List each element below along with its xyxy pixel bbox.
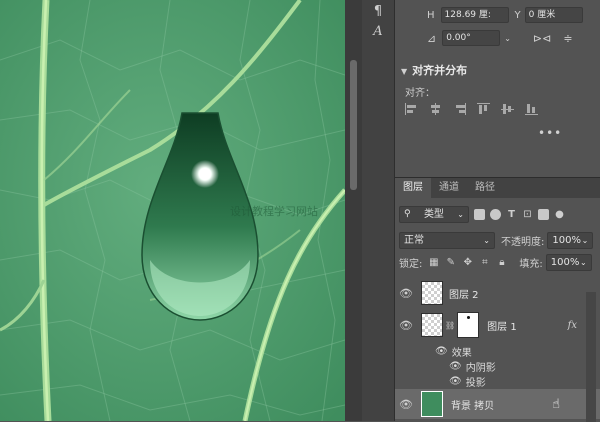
filter-toggle-icon[interactable]: ● — [554, 209, 565, 220]
chevron-down-icon: ⌄ — [581, 236, 589, 245]
fill-label: 填充: — [519, 259, 543, 270]
align-right-icon[interactable] — [453, 103, 467, 115]
pixel-filter-icon[interactable] — [474, 209, 485, 220]
angle-field[interactable]: 0.00° — [442, 30, 501, 46]
adjustment-filter-icon[interactable] — [490, 209, 501, 220]
collapse-triangle-icon[interactable]: ▼ — [401, 67, 407, 76]
panel-tool-strip: ¶ A — [362, 0, 395, 421]
blend-mode-value: 正常 — [404, 235, 424, 246]
filter-kind-value: 类型 — [423, 209, 444, 220]
align-left-icon[interactable] — [405, 103, 419, 115]
layer-row[interactable]: 👁︎ ⛓︎ 图层 1 fx — [395, 310, 585, 340]
layer-thumbnail — [421, 281, 443, 305]
y-label: Y — [514, 9, 521, 21]
more-options-icon[interactable]: ••• — [538, 126, 562, 140]
type-filter-icon[interactable]: T — [506, 209, 517, 220]
visibility-eye-icon[interactable]: 👁︎ — [449, 376, 462, 387]
lock-position-icon[interactable]: ✥ — [462, 257, 473, 268]
tab-layers[interactable]: 图层 — [395, 178, 431, 198]
flip-horizontal-icon[interactable]: ⊳⊲ — [533, 32, 551, 45]
lock-artboard-icon[interactable]: ⌗ — [479, 257, 490, 268]
shape-filter-icon[interactable]: ⊡ — [522, 209, 533, 220]
search-icon: ⚲ — [404, 209, 411, 219]
hand-cursor-icon: ☝︎ — [552, 396, 560, 412]
layer-name[interactable]: 图层 2 — [449, 286, 479, 301]
section-title: 对齐并分布 — [412, 64, 468, 77]
opacity-label: 不透明度: — [501, 237, 545, 248]
align-distribute-section[interactable]: ▼ 对齐并分布 — [401, 62, 467, 78]
lock-image-icon[interactable]: ✎ — [445, 257, 456, 268]
chevron-down-icon: ⌄ — [580, 258, 587, 267]
document-canvas[interactable]: 设计教程学习网站 — [0, 0, 345, 421]
effects-label: 效果 — [451, 348, 472, 359]
effect-inner-shadow-row[interactable]: 👁︎ 内阴影 — [449, 359, 496, 374]
chevron-down-icon: ⌄ — [483, 236, 490, 245]
align-label: 对齐： — [405, 88, 435, 99]
opacity-field[interactable]: 100% ⌄ — [547, 232, 594, 249]
fill-value: 100% — [550, 257, 580, 268]
blend-row: 正常 ⌄ 不透明度: 100% ⌄ — [399, 232, 594, 249]
angle-icon: ⊿ — [427, 31, 437, 45]
opacity-value: 100% — [552, 235, 581, 246]
layer-thumbnail — [421, 391, 443, 417]
height-field[interactable]: 128.69 厘: — [440, 7, 509, 23]
layer-name[interactable]: 图层 1 — [487, 318, 517, 333]
scrollbar-thumb[interactable] — [350, 60, 357, 190]
y-field[interactable]: 0 厘米 — [524, 7, 583, 23]
fill-field[interactable]: 100% ⌄ — [545, 254, 592, 271]
layers-tabs: 图层 通道 路径 — [395, 178, 600, 198]
chevron-down-icon: ⌄ — [457, 210, 464, 219]
layer-row[interactable]: 👁︎ 图层 2 — [395, 279, 585, 307]
layers-scrollbar[interactable] — [586, 292, 596, 422]
chevron-down-icon[interactable]: ⌄ — [504, 34, 511, 43]
flip-vertical-icon[interactable]: ≑ — [563, 32, 572, 45]
effect-drop-shadow-row[interactable]: 👁︎ 投影 — [449, 374, 486, 389]
fx-icon[interactable]: fx — [568, 320, 577, 331]
layer-row-selected[interactable]: 👁︎ 背景 拷贝 ☝︎ — [395, 389, 600, 419]
visibility-eye-icon[interactable]: 👁︎ — [399, 287, 413, 300]
visibility-eye-icon[interactable]: 👁︎ — [399, 319, 413, 332]
tab-channels[interactable]: 通道 — [431, 178, 467, 198]
align-bottom-icon[interactable] — [525, 103, 539, 115]
h-label: H — [427, 9, 435, 21]
effects-row[interactable]: 👁︎ 效果 — [435, 344, 472, 359]
watermark-text: 设计教程学习网站 — [230, 204, 318, 218]
layers-panel: 图层 通道 路径 ⚲ 类型 ⌄ T ⊡ ● 正常 ⌄ 不透明度: 100% ⌄ … — [395, 177, 600, 422]
visibility-eye-icon[interactable]: 👁︎ — [449, 361, 462, 372]
align-center-h-icon[interactable] — [429, 103, 443, 115]
character-icon[interactable]: A — [370, 24, 386, 40]
layer-name[interactable]: 背景 拷贝 — [451, 397, 494, 412]
align-middle-v-icon[interactable] — [501, 103, 515, 115]
right-panel: H 128.69 厘: Y 0 厘米 ⊿ 0.00° ⌄ ⊳⊲ ≑ ▼ 对齐并分布… — [395, 0, 600, 422]
filter-kind-select[interactable]: ⚲ 类型 ⌄ — [399, 206, 469, 223]
link-icon[interactable]: ⛓︎ — [445, 321, 455, 330]
visibility-eye-icon[interactable]: 👁︎ — [435, 346, 448, 357]
layer-mask-thumbnail[interactable] — [457, 312, 480, 338]
lock-transparent-icon[interactable]: ▦ — [428, 257, 439, 268]
lock-row: 锁定: ▦ ✎ ✥ ⌗ 🔒︎ 填充: 100% ⌄ — [399, 254, 592, 271]
effect-inner-shadow-label: 内阴影 — [465, 363, 496, 374]
layer-filter-row: ⚲ 类型 ⌄ T ⊡ ● — [399, 206, 565, 223]
align-buttons — [405, 103, 539, 115]
tab-paths[interactable]: 路径 — [467, 178, 503, 198]
photoshop-window: 设计教程学习网站 ¶ A H 128.69 厘: Y 0 厘米 ⊿ 0.00° … — [0, 0, 600, 422]
visibility-eye-icon[interactable]: 👁︎ — [399, 398, 413, 411]
smart-object-filter-icon[interactable] — [538, 209, 549, 220]
blend-mode-select[interactable]: 正常 ⌄ — [399, 232, 495, 249]
properties-panel: H 128.69 厘: Y 0 厘米 ⊿ 0.00° ⌄ ⊳⊲ ≑ ▼ 对齐并分布… — [395, 0, 600, 176]
layer-thumbnail — [421, 313, 443, 337]
paragraph-icon[interactable]: ¶ — [370, 4, 386, 20]
leaf-image: 设计教程学习网站 — [0, 0, 345, 421]
lock-all-icon[interactable]: 🔒︎ — [496, 257, 507, 268]
canvas-vertical-scrollbar[interactable] — [345, 0, 362, 421]
lock-label: 锁定: — [399, 259, 423, 270]
align-top-icon[interactable] — [477, 103, 491, 115]
effect-drop-shadow-label: 投影 — [465, 378, 486, 389]
